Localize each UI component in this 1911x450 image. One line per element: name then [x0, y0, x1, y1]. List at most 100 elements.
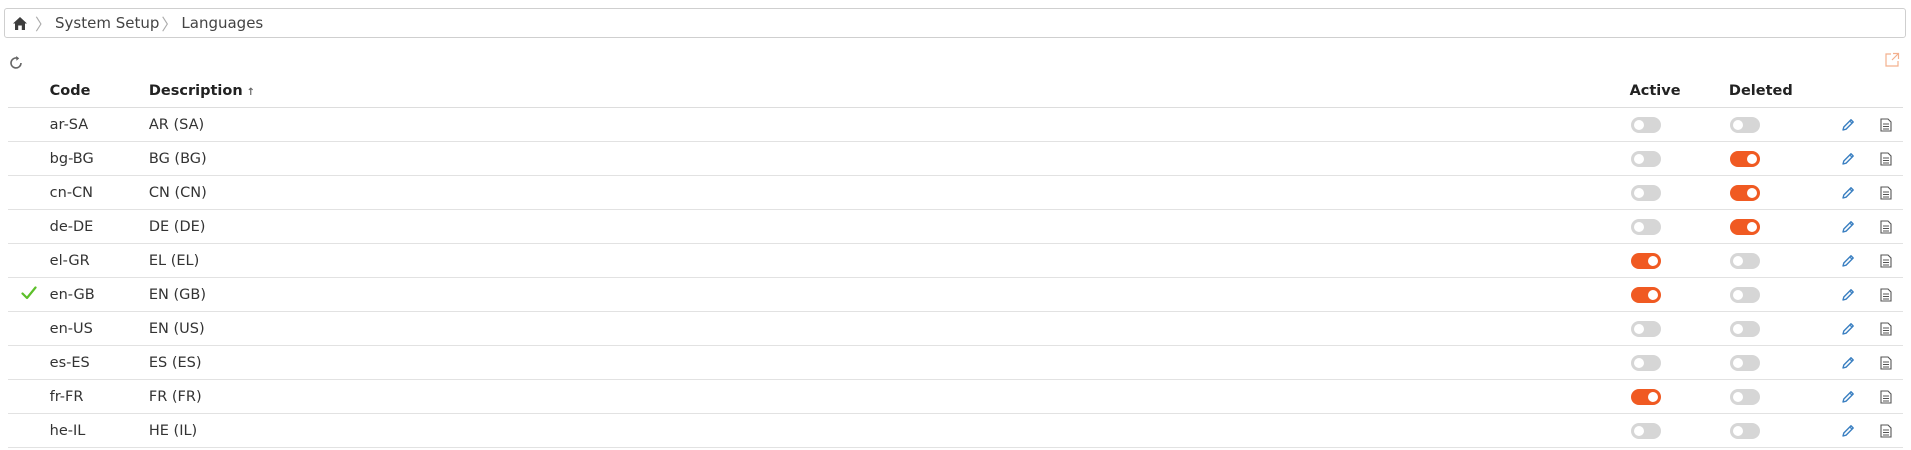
table-row[interactable]: en-GB EN (GB)	[8, 277, 1903, 312]
toggle-knob	[1732, 255, 1743, 266]
table-row[interactable]: el-GR EL (EL)	[8, 243, 1903, 278]
table-row[interactable]: es-ES ES (ES)	[8, 345, 1903, 380]
cell-deleted	[1728, 277, 1829, 312]
default-marker-cell	[8, 345, 50, 380]
active-toggle[interactable]	[1630, 388, 1661, 405]
cell-edit	[1828, 175, 1869, 210]
deleted-toggle[interactable]	[1729, 252, 1760, 269]
active-toggle[interactable]	[1630, 150, 1661, 167]
deleted-toggle[interactable]	[1729, 184, 1760, 201]
refresh-icon[interactable]	[8, 55, 24, 71]
edit-pencil-icon[interactable]	[1838, 353, 1858, 373]
document-icon[interactable]	[1876, 183, 1896, 203]
deleted-toggle[interactable]	[1729, 354, 1760, 371]
default-marker-cell	[8, 175, 50, 210]
cell-active	[1629, 345, 1729, 380]
deleted-toggle[interactable]	[1729, 422, 1760, 439]
cell-deleted	[1728, 175, 1829, 210]
deleted-toggle[interactable]	[1729, 116, 1760, 133]
deleted-toggle[interactable]	[1729, 388, 1760, 405]
document-icon[interactable]	[1876, 251, 1896, 271]
column-header-code[interactable]: Code	[49, 75, 149, 108]
toggle-knob	[1647, 255, 1658, 266]
edit-pencil-icon[interactable]	[1838, 149, 1858, 169]
breadcrumb-item-system-setup[interactable]: System Setup	[55, 14, 159, 32]
default-marker-cell	[8, 107, 50, 142]
cell-active	[1629, 175, 1729, 210]
edit-pencil-icon[interactable]	[1838, 183, 1858, 203]
cell-active	[1629, 107, 1729, 142]
edit-pencil-icon[interactable]	[1838, 387, 1858, 407]
deleted-toggle[interactable]	[1729, 218, 1760, 235]
table-row[interactable]: de-DE DE (DE)	[8, 209, 1903, 244]
edit-pencil-icon[interactable]	[1838, 285, 1858, 305]
edit-pencil-icon[interactable]	[1838, 319, 1858, 339]
cell-code: bg-BG	[49, 141, 149, 176]
document-icon[interactable]	[1876, 149, 1896, 169]
deleted-toggle[interactable]	[1729, 150, 1760, 167]
edit-pencil-icon[interactable]	[1838, 251, 1858, 271]
cell-code: fr-FR	[49, 379, 149, 414]
deleted-toggle[interactable]	[1729, 320, 1760, 337]
toggle-knob	[1732, 119, 1743, 130]
table-row[interactable]: bg-BG BG (BG)	[8, 141, 1903, 176]
default-marker-cell	[8, 141, 50, 176]
cell-active	[1629, 141, 1729, 176]
toggle-knob	[1732, 289, 1743, 300]
sort-ascending-icon: ↑	[246, 87, 256, 98]
active-toggle[interactable]	[1630, 286, 1661, 303]
cell-description: CN (CN)	[148, 175, 1630, 210]
edit-pencil-icon[interactable]	[1838, 421, 1858, 441]
document-icon[interactable]	[1876, 285, 1896, 305]
cell-details	[1868, 413, 1903, 448]
cell-details	[1868, 243, 1903, 278]
active-toggle[interactable]	[1630, 354, 1661, 371]
active-toggle[interactable]	[1630, 252, 1661, 269]
cell-active	[1629, 277, 1729, 312]
deleted-toggle[interactable]	[1729, 286, 1760, 303]
document-icon[interactable]	[1876, 421, 1896, 441]
home-icon[interactable]	[7, 9, 33, 37]
cell-description: EN (GB)	[148, 277, 1630, 312]
cell-deleted	[1728, 209, 1829, 244]
toggle-knob	[1647, 289, 1658, 300]
table-row[interactable]: cn-CN CN (CN)	[8, 175, 1903, 210]
toggle-knob	[1746, 187, 1757, 198]
active-toggle[interactable]	[1630, 184, 1661, 201]
cell-active	[1629, 379, 1729, 414]
cell-edit	[1828, 311, 1869, 346]
cell-edit	[1828, 413, 1869, 448]
table-row[interactable]: fr-FR FR (FR)	[8, 379, 1903, 414]
cell-description: BG (BG)	[148, 141, 1630, 176]
cell-details	[1868, 107, 1903, 142]
table-row[interactable]: ar-SA AR (SA)	[8, 107, 1903, 142]
cell-active	[1629, 209, 1729, 244]
edit-pencil-icon[interactable]	[1838, 217, 1858, 237]
column-header-description[interactable]: Description ↑	[148, 75, 1630, 108]
default-marker-cell	[8, 311, 50, 346]
default-marker-cell	[8, 379, 50, 414]
table-row[interactable]: he-IL HE (IL)	[8, 413, 1903, 448]
header-default-marker	[8, 75, 50, 108]
export-icon[interactable]	[1884, 52, 1900, 68]
active-toggle[interactable]	[1630, 218, 1661, 235]
cell-code: de-DE	[49, 209, 149, 244]
column-header-active[interactable]: Active	[1629, 75, 1729, 108]
table-row[interactable]: en-US EN (US)	[8, 311, 1903, 346]
document-icon[interactable]	[1876, 353, 1896, 373]
document-icon[interactable]	[1876, 115, 1896, 135]
cell-edit	[1828, 345, 1869, 380]
document-icon[interactable]	[1876, 387, 1896, 407]
default-marker-cell	[8, 413, 50, 448]
active-toggle[interactable]	[1630, 422, 1661, 439]
document-icon[interactable]	[1876, 319, 1896, 339]
cell-description: AR (SA)	[148, 107, 1630, 142]
edit-pencil-icon[interactable]	[1838, 115, 1858, 135]
active-toggle[interactable]	[1630, 116, 1661, 133]
column-header-deleted[interactable]: Deleted	[1728, 75, 1829, 108]
active-toggle[interactable]	[1630, 320, 1661, 337]
cell-active	[1629, 243, 1729, 278]
document-icon[interactable]	[1876, 217, 1896, 237]
toggle-knob	[1633, 323, 1644, 334]
toggle-knob	[1633, 153, 1644, 164]
